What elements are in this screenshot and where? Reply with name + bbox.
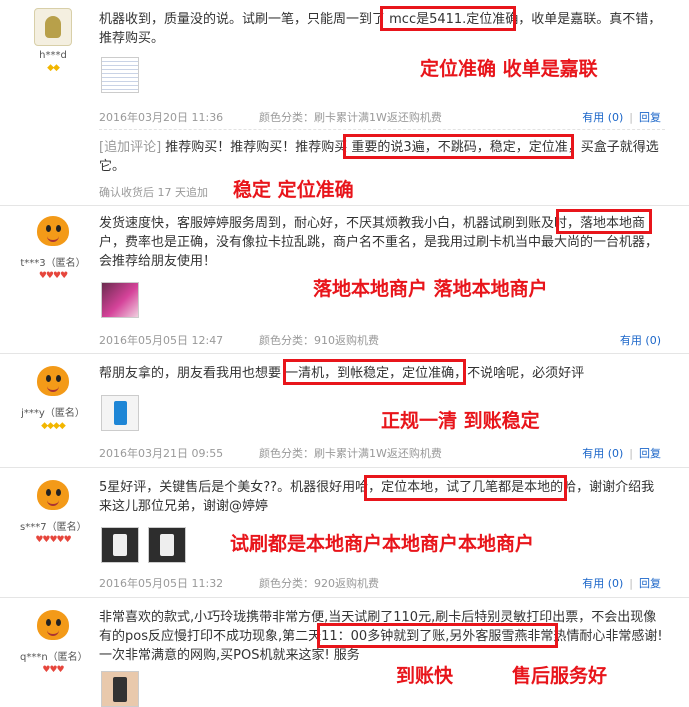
reviewer-info: j***y（匿名） ◆◆◆◆ — [20, 364, 86, 431]
annotation-label: 落地本地商户 落地本地商户 — [313, 278, 548, 300]
useful-button[interactable]: 有用 (0) — [620, 334, 661, 347]
highlight-box — [556, 209, 652, 234]
review-meta: 2016年05月05日 11:32 颜色分类：920返购机费 有用 (0) | 回复 — [99, 577, 661, 590]
highlight-box — [364, 475, 567, 501]
review-photo[interactable] — [101, 671, 139, 707]
review-item: t***3（匿名） ♥♥♥♥ 发货速度快，客服婷婷服务周到，耐心好，不厌其烦教我… — [0, 205, 689, 354]
annotation-label: 稳定 定位准确 — [233, 179, 354, 201]
review-meta: 2016年05月05日 12:47 颜色分类：910返购机费 有用 (0) — [99, 332, 665, 348]
annotation-label: 到账快 — [396, 665, 454, 687]
color-class: 颜色分类：刷卡累计满1W返还购机费 — [259, 447, 442, 460]
avatar[interactable] — [35, 478, 71, 514]
followup-tag: [追加评论] — [99, 140, 162, 155]
review-photo[interactable] — [101, 57, 139, 93]
review-date: 2016年05月05日 12:47 — [99, 334, 224, 347]
review-date: 2016年03月20日 11:36 — [99, 111, 224, 124]
avatar[interactable] — [35, 608, 71, 644]
annotation-label: 试刷都是本地商户本地商户本地商户 — [230, 533, 535, 555]
avatar[interactable] — [35, 364, 71, 400]
review-photo[interactable] — [148, 527, 186, 563]
useful-button[interactable]: 有用 (0) — [582, 447, 623, 460]
highlight-box — [283, 359, 466, 385]
reviewer-info: h***d ◆◆ — [20, 8, 86, 73]
review-photo[interactable] — [101, 527, 139, 563]
review-item: j***y（匿名） ◆◆◆◆ 帮朋友拿的，朋友看我用也想要 一清机，到帐稳定，定… — [0, 353, 689, 468]
review-item: q***n（匿名） ♥♥♥ 非常喜欢的款式,小巧玲珑携带非常方便,当天试刷了11… — [0, 597, 689, 707]
avatar[interactable] — [35, 214, 71, 250]
useful-button[interactable]: 有用 (0) — [582, 111, 623, 124]
useful-button[interactable]: 有用 (0) — [582, 577, 623, 590]
review-photo[interactable] — [101, 282, 139, 318]
review-photo[interactable] — [101, 395, 139, 431]
color-class: 颜色分类：910返购机费 — [259, 334, 379, 347]
highlight-box — [380, 6, 516, 31]
highlight-box — [317, 623, 558, 648]
reviewer-info: q***n（匿名） ♥♥♥ — [20, 608, 88, 675]
followup-meta: 确认收货后 17 天追加 — [99, 186, 208, 199]
reviewer-name[interactable]: t***3（匿名） — [20, 254, 86, 269]
review-meta: 2016年03月20日 11:36 颜色分类：刷卡累计满1W返还购机费 有用 (… — [99, 111, 661, 124]
review-item: h***d ◆◆ 机器收到，质量没的说。试刷一笔，只能周一到了 mcc是5411… — [0, 0, 689, 205]
annotation-label: 售后服务好 — [512, 665, 608, 687]
highlight-box — [343, 134, 574, 159]
reviewer-rank-icon: ◆◆◆◆ — [41, 421, 66, 431]
avatar[interactable] — [34, 8, 72, 46]
reviewer-rank-icon: ♥♥♥♥♥ — [35, 535, 71, 545]
reply-button[interactable]: 回复 — [639, 447, 661, 460]
color-class: 颜色分类：920返购机费 — [259, 577, 379, 590]
reviewer-rank-icon: ◆◆ — [47, 63, 60, 73]
reviewer-name[interactable]: j***y（匿名） — [20, 404, 86, 419]
color-class: 颜色分类：刷卡累计满1W返还购机费 — [259, 111, 442, 124]
reviewer-rank-icon: ♥♥♥♥ — [38, 271, 68, 281]
reply-button[interactable]: 回复 — [639, 577, 661, 590]
reply-button[interactable]: 回复 — [639, 111, 661, 124]
reviewer-name[interactable]: h***d — [20, 50, 86, 61]
reviewer-name[interactable]: s***7（匿名） — [20, 518, 87, 533]
review-date: 2016年05月05日 11:32 — [99, 577, 224, 590]
reviewer-info: s***7（匿名） ♥♥♥♥♥ — [20, 478, 87, 545]
annotation-label: 定位准确 收单是嘉联 — [420, 58, 598, 80]
review-meta: 2016年03月21日 09:55 颜色分类：刷卡累计满1W返还购机费 有用 (… — [99, 447, 661, 460]
annotation-label: 正规一清 到账稳定 — [381, 410, 540, 432]
review-date: 2016年03月21日 09:55 — [99, 447, 224, 460]
reviewer-name[interactable]: q***n（匿名） — [20, 648, 88, 663]
review-item: s***7（匿名） ♥♥♥♥♥ 5星好评，关键售后是个美女??。机器很好用哈，定… — [0, 467, 689, 598]
reviewer-rank-icon: ♥♥♥ — [42, 665, 64, 675]
reviewer-info: t***3（匿名） ♥♥♥♥ — [20, 214, 86, 281]
